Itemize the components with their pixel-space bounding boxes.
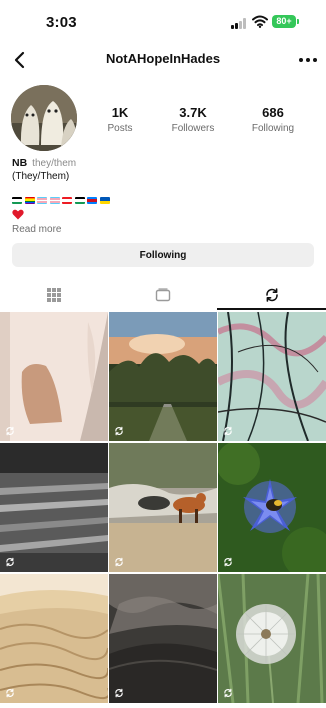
status-time: 3:03 bbox=[46, 14, 77, 31]
repost-icon bbox=[115, 426, 123, 436]
repost-icon bbox=[224, 688, 232, 698]
grid-tile[interactable] bbox=[109, 574, 217, 703]
repost-icon bbox=[115, 688, 123, 698]
repost-icon bbox=[6, 557, 14, 567]
transgender-flag bbox=[37, 197, 47, 204]
tab-reposts[interactable] bbox=[218, 280, 326, 310]
grid-tile[interactable] bbox=[218, 574, 326, 703]
tab-active-indicator bbox=[217, 308, 326, 310]
stat-posts-value: 1K bbox=[111, 105, 129, 120]
wifi-icon bbox=[252, 15, 268, 28]
grid-tile[interactable] bbox=[109, 443, 217, 572]
stat-following[interactable]: 686 Following bbox=[240, 105, 306, 134]
battery-tip bbox=[297, 19, 299, 24]
ukraine-flag bbox=[99, 197, 110, 204]
avatar[interactable] bbox=[11, 85, 77, 151]
transgender-flag bbox=[49, 197, 60, 204]
grid-tile[interactable] bbox=[0, 312, 108, 441]
following-button[interactable]: Following bbox=[12, 243, 314, 267]
stat-following-value: 686 bbox=[262, 105, 284, 120]
grid-tile[interactable] bbox=[218, 312, 326, 441]
tab-reels[interactable] bbox=[109, 280, 217, 310]
bio-text: (They/Them) bbox=[12, 171, 70, 182]
stat-posts[interactable]: 1K Posts bbox=[87, 105, 153, 134]
stat-followers-value: 3.7K bbox=[179, 105, 207, 120]
palestine-flag bbox=[74, 197, 85, 204]
rainbow-flag bbox=[24, 197, 35, 204]
grid-icon bbox=[47, 288, 61, 302]
profile-username: NotAHopeInHades bbox=[105, 51, 221, 66]
repost-icon bbox=[115, 557, 123, 567]
grid-tile[interactable] bbox=[0, 443, 108, 572]
repost-icon bbox=[6, 688, 14, 698]
lebanon-flag bbox=[62, 197, 72, 204]
more-horizontal-icon[interactable] bbox=[296, 49, 320, 71]
bio-pronouns: they/them bbox=[32, 158, 77, 169]
stat-following-label: Following bbox=[251, 123, 295, 134]
stat-followers-label: Followers bbox=[171, 123, 215, 134]
stat-posts-label: Posts bbox=[107, 123, 133, 134]
profile-tabs bbox=[0, 280, 326, 310]
repost-icon bbox=[224, 557, 232, 567]
top-nav: NotAHopeInHades bbox=[0, 46, 326, 74]
repost-icon bbox=[6, 426, 14, 436]
status-bar: 3:03 80+ bbox=[0, 0, 326, 46]
stat-followers[interactable]: 3.7K Followers bbox=[160, 105, 226, 134]
grid-tile[interactable] bbox=[218, 443, 326, 572]
reposts-icon bbox=[266, 288, 278, 302]
tab-grid[interactable] bbox=[0, 280, 108, 310]
reels-icon bbox=[155, 288, 171, 302]
grid-tile[interactable] bbox=[109, 312, 217, 441]
grid-tile[interactable] bbox=[0, 574, 108, 703]
signal-icon bbox=[231, 18, 247, 29]
read-more-link[interactable]: Read more bbox=[12, 224, 61, 235]
bio-name: NB bbox=[12, 157, 28, 169]
palestine-flag bbox=[12, 197, 22, 204]
bio-flags bbox=[12, 197, 110, 206]
congo-flag bbox=[87, 197, 97, 204]
battery-icon: 80+ bbox=[272, 15, 296, 28]
heart-icon bbox=[12, 209, 24, 220]
repost-icon bbox=[224, 426, 232, 436]
bio-name-row: NB they/them bbox=[12, 157, 76, 169]
